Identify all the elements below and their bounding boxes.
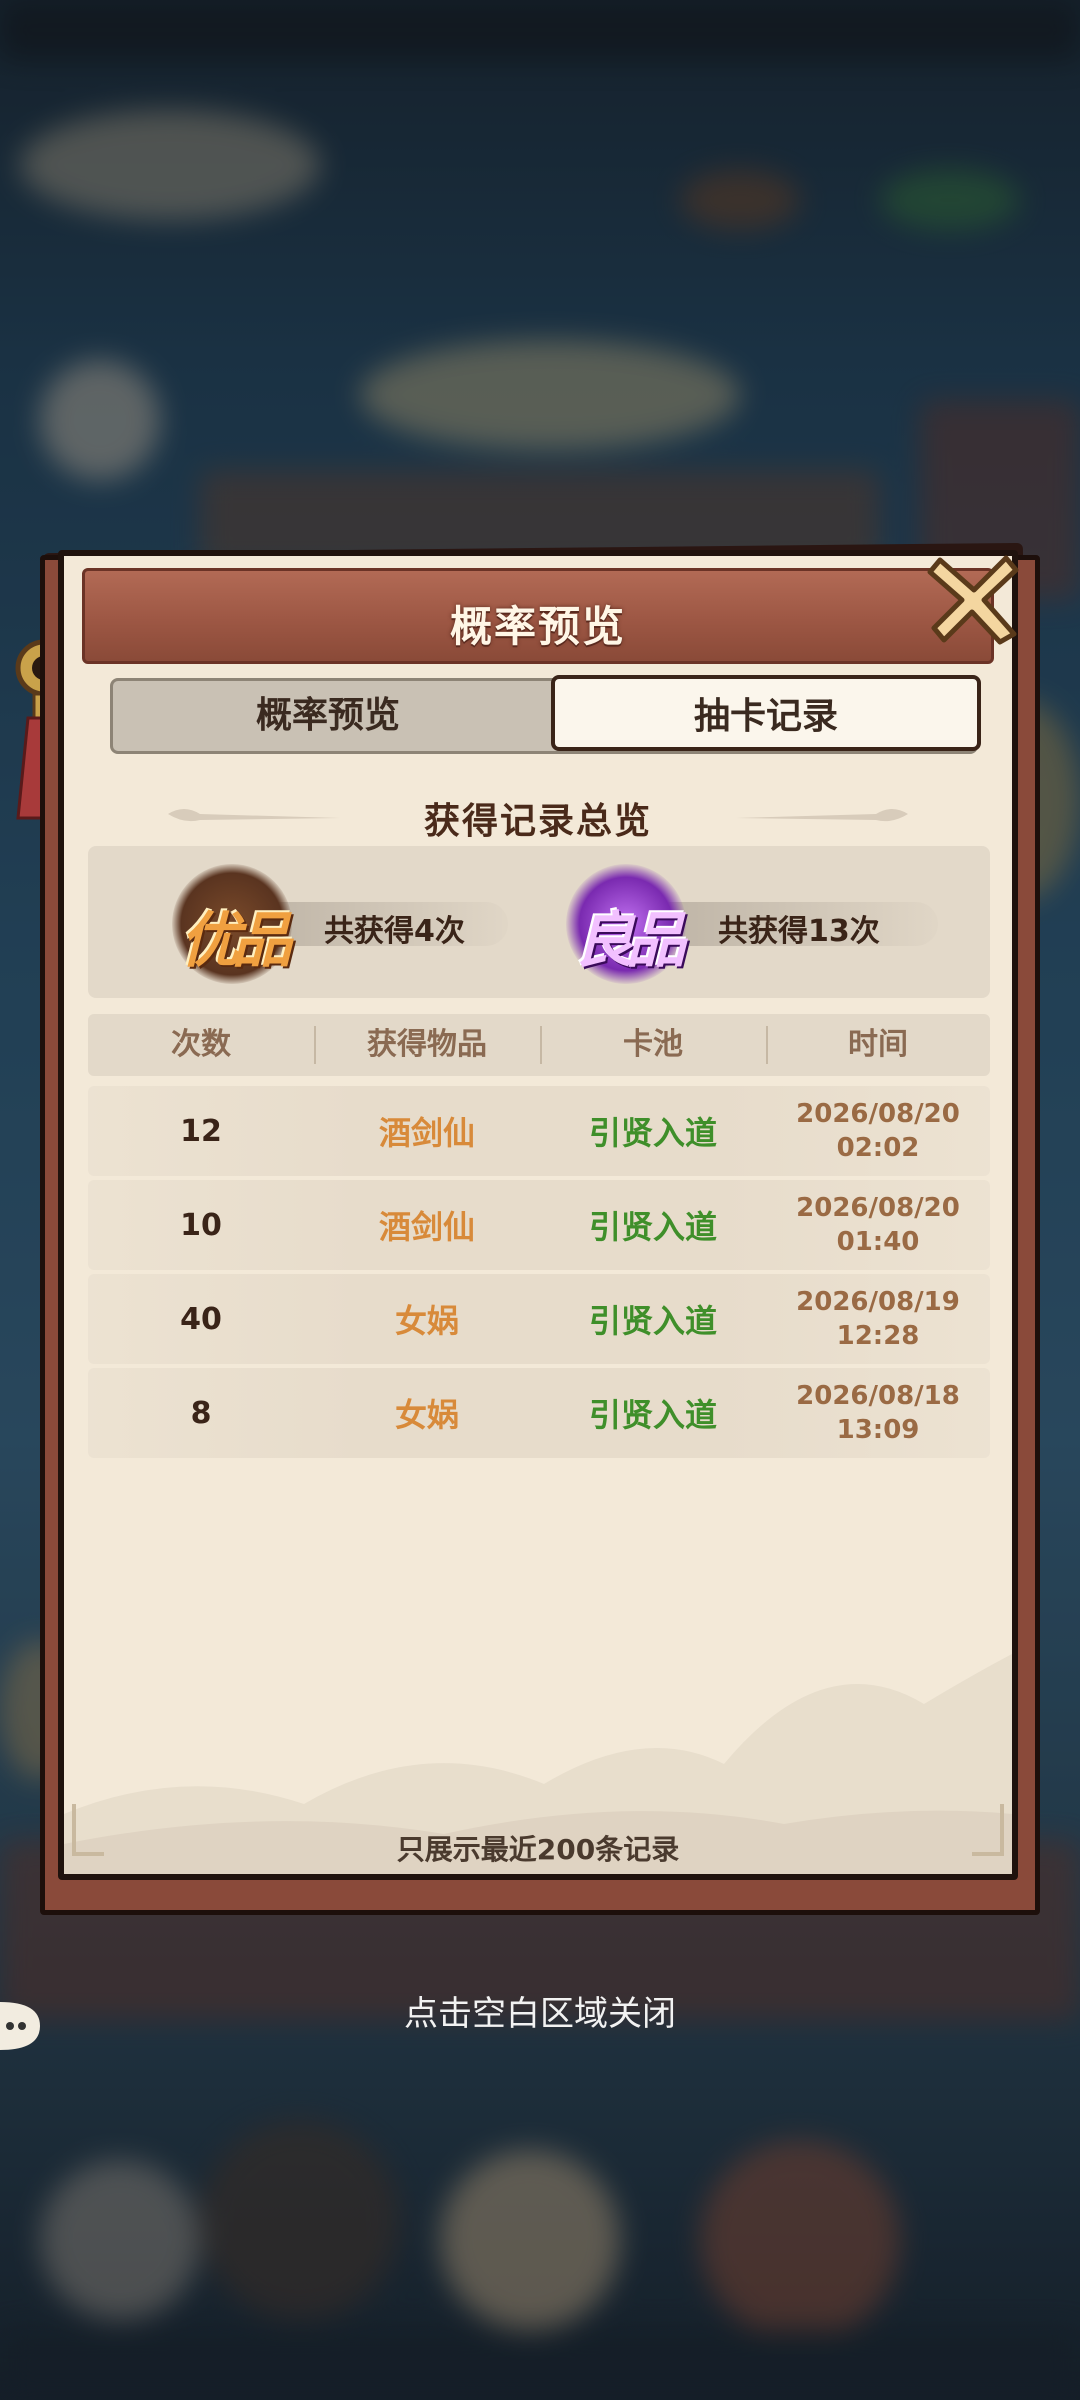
records-limit-note: 只展示最近200条记录 xyxy=(396,1833,680,1866)
tab-probability-preview[interactable]: 概率预览 xyxy=(113,681,543,751)
row-date: 2026/08/20 xyxy=(796,1099,960,1129)
badge-excellent: 优品 xyxy=(172,864,292,984)
good-count: 共获得13次 xyxy=(718,914,880,949)
table-row: 12 酒剑仙 引贤入道 2026/08/20 02:02 xyxy=(88,1086,990,1176)
row-date: 2026/08/18 xyxy=(796,1381,960,1411)
row-count: 10 xyxy=(180,1207,222,1243)
table-header: 次数 获得物品 卡池 时间 xyxy=(88,1014,990,1076)
row-item: 酒剑仙 xyxy=(378,1114,475,1152)
row-time: 2026/08/20 02:02 xyxy=(766,1086,990,1176)
row-date: 2026/08/19 xyxy=(796,1287,960,1317)
row-item: 女娲 xyxy=(394,1302,459,1340)
close-icon[interactable] xyxy=(926,550,1022,646)
header-time: 时间 xyxy=(848,1027,908,1062)
row-time: 2026/08/19 12:28 xyxy=(766,1274,990,1364)
excellent-count: 共获得4次 xyxy=(324,914,465,949)
row-clock: 13:09 xyxy=(836,1415,920,1445)
table-row: 8 女娲 引贤入道 2026/08/18 13:09 xyxy=(88,1368,990,1458)
probability-modal: 概率预览 概率预览 抽卡记录 获得记录总览 优品 共获得4次 良品 共获得13次… xyxy=(58,550,1019,1880)
tab-bar: 概率预览 抽卡记录 xyxy=(110,675,981,754)
tap-to-close-hint[interactable]: 点击空白区域关闭 xyxy=(0,1986,1080,2035)
header-item: 获得物品 xyxy=(367,1027,487,1062)
right-cloud-ornament-icon xyxy=(736,809,908,822)
badge-good-label: 良品 xyxy=(574,906,686,976)
row-pool: 引贤入道 xyxy=(588,1396,717,1434)
row-clock: 02:02 xyxy=(836,1133,920,1163)
row-pool: 引贤入道 xyxy=(588,1302,717,1340)
row-count: 12 xyxy=(180,1113,222,1149)
row-time: 2026/08/18 13:09 xyxy=(766,1368,990,1458)
row-time: 2026/08/20 01:40 xyxy=(766,1180,990,1270)
badge-good: 良品 xyxy=(566,864,686,984)
row-date: 2026/08/20 xyxy=(796,1193,960,1223)
row-clock: 12:28 xyxy=(836,1321,920,1351)
row-clock: 01:40 xyxy=(836,1227,920,1257)
row-item: 女娲 xyxy=(394,1396,459,1434)
row-pool: 引贤入道 xyxy=(588,1208,717,1246)
row-count: 40 xyxy=(180,1301,222,1337)
modal-header: 概率预览 xyxy=(82,568,994,664)
header-count: 次数 xyxy=(171,1027,231,1062)
header-pool: 卡池 xyxy=(623,1027,683,1062)
row-item: 酒剑仙 xyxy=(378,1208,475,1246)
row-pool: 引贤入道 xyxy=(588,1114,717,1152)
tab-draw-records[interactable]: 抽卡记录 xyxy=(551,675,981,751)
table-row: 40 女娲 引贤入道 2026/08/19 12:28 xyxy=(88,1274,990,1364)
table-row: 10 酒剑仙 引贤入道 2026/08/20 01:40 xyxy=(88,1180,990,1270)
modal-title: 概率预览 xyxy=(449,602,626,651)
summary-panel: 优品 共获得4次 良品 共获得13次 xyxy=(88,846,990,998)
badge-excellent-label: 优品 xyxy=(180,906,292,976)
row-count: 8 xyxy=(190,1395,212,1431)
